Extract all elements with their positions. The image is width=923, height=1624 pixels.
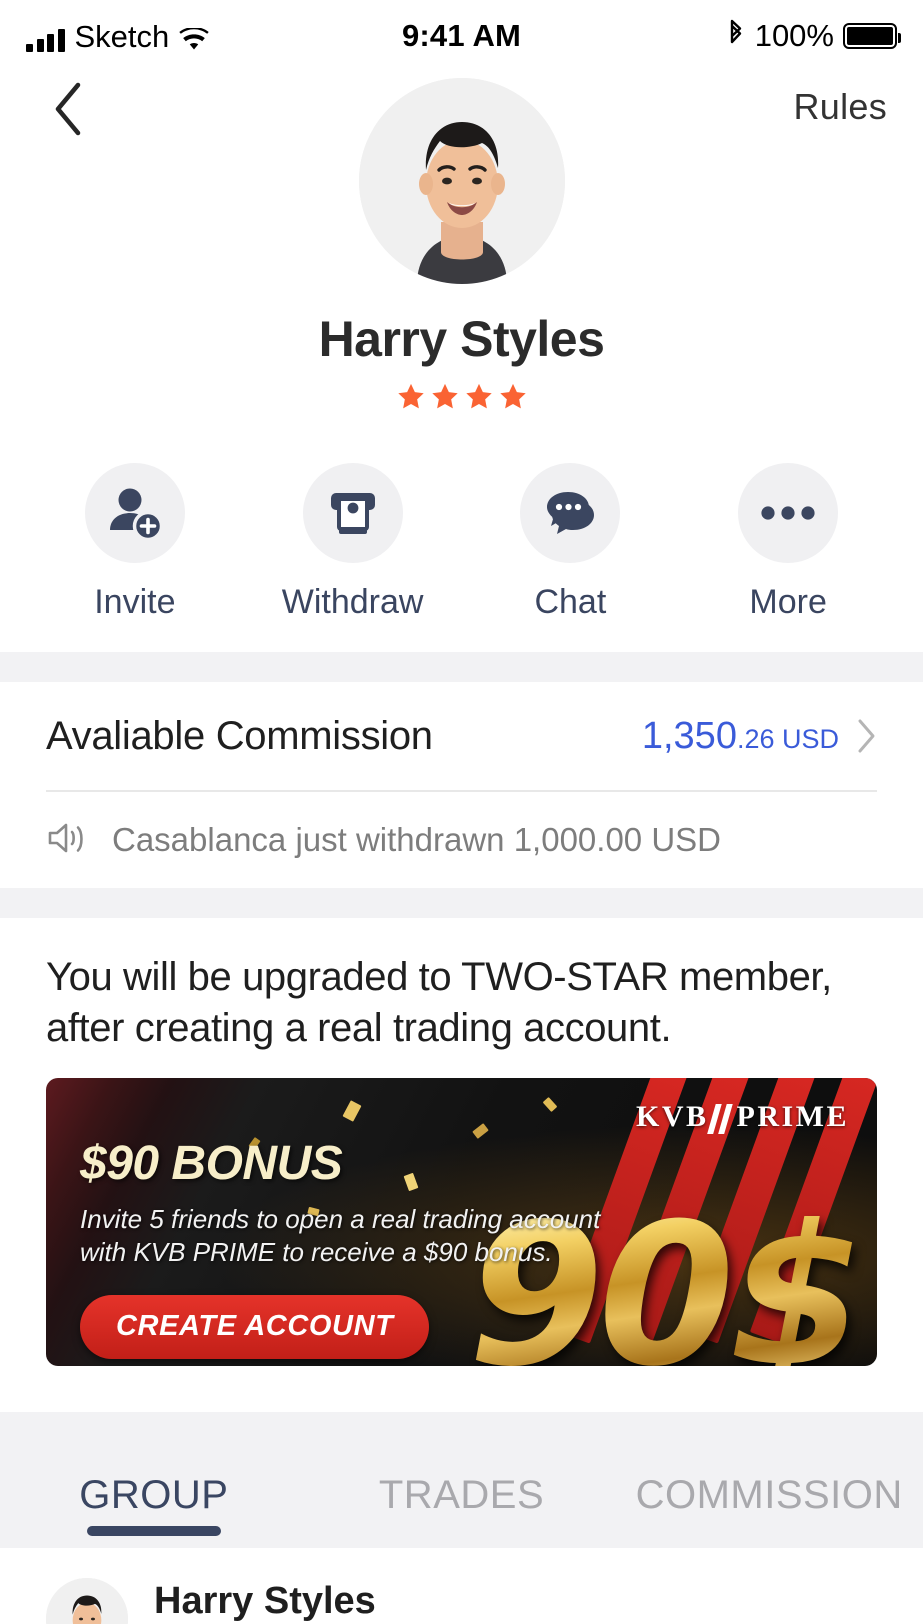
phone-screen: Sketch 9:41 AM 100% Rules Harry Styles I… xyxy=(0,0,923,1624)
banner-subtext-line1: Invite 5 friends to open a real trading … xyxy=(80,1204,601,1235)
banner-content: $90 BONUS Invite 5 friends to open a rea… xyxy=(80,1136,600,1359)
chevron-right-icon xyxy=(857,718,877,754)
quick-actions: Invite Withdraw Chat More xyxy=(0,425,923,652)
tab-label: COMMISSION xyxy=(635,1473,903,1518)
promo-banner[interactable]: KVB PRIME 90$ $90 BONUS Invite 5 friends… xyxy=(46,1078,877,1367)
star-icon xyxy=(431,383,458,409)
action-label: Invite xyxy=(94,583,176,621)
star-icon xyxy=(397,383,424,409)
action-label: Chat xyxy=(534,583,607,621)
action-withdraw[interactable]: Withdraw xyxy=(244,463,462,622)
create-account-button[interactable]: CREATE ACCOUNT xyxy=(80,1294,430,1359)
battery-percent-label: 100% xyxy=(754,18,834,53)
upgrade-message: You will be upgraded to TWO-STAR member,… xyxy=(46,955,832,1051)
action-invite[interactable]: Invite xyxy=(26,463,244,622)
page-title: Harry Styles xyxy=(318,311,605,367)
wifi-icon xyxy=(179,26,209,52)
tab-commission[interactable]: COMMISSION xyxy=(615,1473,923,1548)
tab-group[interactable]: GROUP xyxy=(0,1473,308,1548)
kvb-logo-text: KVB xyxy=(635,1100,709,1134)
chat-bubbles-icon xyxy=(520,463,621,563)
tab-label: GROUP xyxy=(79,1473,229,1518)
tab-label: TRADES xyxy=(378,1473,545,1518)
commission-amount-main: 1,350 xyxy=(641,714,737,757)
action-more[interactable]: More xyxy=(679,463,897,622)
list-item-joined-date: Joined 08 Mar 2020 xyxy=(612,1578,877,1624)
back-chevron-icon xyxy=(50,81,86,137)
banner-subtext: Invite 5 friends to open a real trading … xyxy=(80,1203,600,1269)
notice-text: Casablanca just withdrawn 1,000.00 USD xyxy=(112,821,722,858)
status-bar-left: Sketch xyxy=(26,21,402,52)
avatar[interactable] xyxy=(358,78,565,284)
atm-withdraw-icon xyxy=(302,463,403,563)
star-icon xyxy=(499,383,526,409)
notice-row[interactable]: Casablanca just withdrawn 1,000.00 USD xyxy=(46,792,877,888)
back-button[interactable] xyxy=(38,78,98,140)
list-item[interactable]: Harry Styles Joined 08 Mar 2020 xyxy=(0,1548,923,1624)
list-item-body: Harry Styles xyxy=(154,1578,586,1624)
prime-logo-text: PRIME xyxy=(736,1100,849,1134)
user-avatar xyxy=(358,78,565,284)
tab-trades[interactable]: TRADES xyxy=(308,1473,616,1548)
promo-banner-wrapper: KVB PRIME 90$ $90 BONUS Invite 5 friends… xyxy=(0,1054,923,1413)
commission-value: 1,350 .26 USD xyxy=(642,715,839,758)
signal-bars-icon xyxy=(26,28,65,52)
upgrade-section: You will be upgraded to TWO-STAR member,… xyxy=(0,918,923,1055)
action-label: Withdraw xyxy=(281,583,424,621)
commission-card: Avaliable Commission 1,350 .26 USD Casab… xyxy=(0,682,923,888)
tab-bar: GROUP TRADES COMMISSION xyxy=(0,1412,923,1549)
rating-stars xyxy=(0,382,923,411)
carrier-label: Sketch xyxy=(74,18,170,54)
more-dots-icon xyxy=(738,463,839,563)
status-bar-right: 100% xyxy=(521,18,901,54)
bluetooth-icon xyxy=(726,19,746,54)
add-user-icon xyxy=(84,463,185,563)
tab-active-indicator xyxy=(86,1526,221,1537)
section-gap xyxy=(0,888,923,918)
group-list: Harry Styles Joined 08 Mar 2020 xyxy=(0,1548,923,1624)
avatar xyxy=(46,1578,128,1624)
commission-label: Avaliable Commission xyxy=(46,713,433,758)
kvb-prime-logo: KVB PRIME xyxy=(635,1100,849,1135)
clock-label: 9:41 AM xyxy=(401,18,522,53)
commission-row[interactable]: Avaliable Commission 1,350 .26 USD xyxy=(46,682,877,790)
list-item-name: Harry Styles xyxy=(154,1580,376,1623)
rules-button[interactable]: Rules xyxy=(793,86,887,128)
banner-headline: $90 BONUS xyxy=(80,1137,343,1191)
banner-subtext-line2: with KVB PRIME to receive a $90 bonus. xyxy=(80,1237,553,1268)
kvb-logo-slash xyxy=(706,1100,739,1135)
star-icon xyxy=(465,383,492,409)
section-gap xyxy=(0,652,923,682)
commission-amount-decimal: .26 USD xyxy=(736,723,839,754)
battery-full-icon xyxy=(843,23,901,49)
speaker-announce-icon xyxy=(46,821,90,860)
action-chat[interactable]: Chat xyxy=(462,463,680,622)
status-bar: Sketch 9:41 AM 100% xyxy=(0,0,923,72)
action-label: More xyxy=(749,583,827,621)
